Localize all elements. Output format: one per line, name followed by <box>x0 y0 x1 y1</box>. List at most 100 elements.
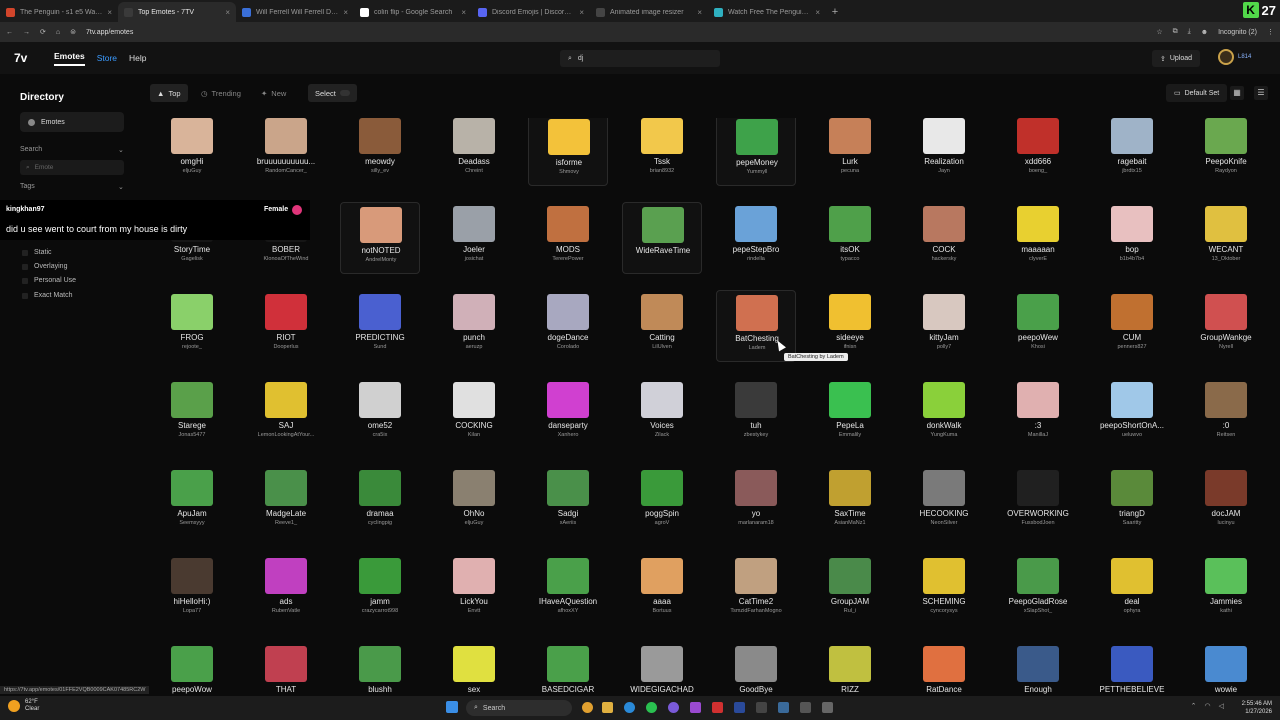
emote-card[interactable]: dramaa cyclingpig <box>340 466 420 538</box>
sidebar-search-input[interactable]: ⌕ Emote <box>20 160 124 175</box>
browser-tab[interactable]: colin flip - Google Search × <box>354 2 472 22</box>
emote-card[interactable]: punch aeruzp <box>434 290 514 362</box>
file-explorer-icon[interactable] <box>602 702 613 713</box>
emote-card[interactable]: tuh zbestykey <box>716 378 796 450</box>
star-icon[interactable]: ☆ <box>1156 28 1162 36</box>
close-icon[interactable]: × <box>461 8 466 17</box>
browser-tab[interactable]: Top Emotes - 7TV × <box>118 2 236 22</box>
emote-card[interactable]: ApuJam Seemsyyy <box>152 466 232 538</box>
emote-card[interactable]: PeepoGladRose xSlapShot_ <box>998 554 1078 626</box>
emote-card[interactable]: Sadgi xAeriis <box>528 466 608 538</box>
browser-tab[interactable]: Will Ferrell Will Ferrell Dj GIF - × <box>236 2 354 22</box>
emote-card[interactable]: SaxTime AsianMaNz1 <box>810 466 890 538</box>
grid-view-icon[interactable]: ▦ <box>1230 86 1244 100</box>
discord-icon[interactable] <box>668 702 679 713</box>
emote-card[interactable]: THAT <box>246 642 326 696</box>
emote-card[interactable]: triangD Saaritty <box>1092 466 1172 538</box>
chevron-down-icon[interactable]: ⌄ <box>118 146 124 154</box>
emote-card[interactable]: WECANT 13_Oktober <box>1186 202 1266 274</box>
emote-card[interactable]: GroupWankge Nyrell <box>1186 290 1266 362</box>
emote-card[interactable]: blushh <box>340 642 420 696</box>
checkbox[interactable] <box>22 277 28 284</box>
emote-card[interactable]: PREDICTING Sund <box>340 290 420 362</box>
upload-button[interactable]: ⇪ Upload <box>1152 50 1201 67</box>
close-icon[interactable]: × <box>107 8 112 17</box>
emote-card[interactable]: GroupJAM Rul_i <box>810 554 890 626</box>
list-view-icon[interactable]: ☰ <box>1254 86 1268 100</box>
emote-card[interactable]: pepeStepBro rindella <box>716 202 796 274</box>
emote-card[interactable]: kittyJam polly7 <box>904 290 984 362</box>
browser-tab[interactable]: Discord Emojis | Discord & Sla × <box>472 2 590 22</box>
emote-card[interactable]: :0 Reitsen <box>1186 378 1266 450</box>
emote-card[interactable]: PepeLa Emmalily <box>810 378 890 450</box>
chevron-up-icon[interactable]: ⌃ <box>1191 702 1197 710</box>
emote-card[interactable]: ads RubenVatle <box>246 554 326 626</box>
tab-new[interactable]: ✦ New <box>254 84 293 102</box>
nav-help[interactable]: Help <box>129 53 146 63</box>
emote-card[interactable]: SAJ LemonLookingAtYour... <box>246 378 326 450</box>
edge-icon[interactable] <box>624 702 635 713</box>
taskbar-search[interactable]: ⌕ Search <box>466 700 572 716</box>
extensions-icon[interactable]: ⧉ <box>1173 28 1178 36</box>
emote-card[interactable]: GoodBye <box>716 642 796 696</box>
emote-card[interactable]: RatDance <box>904 642 984 696</box>
close-icon[interactable]: × <box>815 8 820 17</box>
sidebar-item-emotes[interactable]: Emotes <box>20 112 124 132</box>
filter-static[interactable]: Static <box>22 249 52 256</box>
windows-start-icon[interactable] <box>446 701 458 713</box>
app-icon[interactable] <box>822 702 833 713</box>
menu-icon[interactable]: ⋮ <box>1267 28 1274 36</box>
chevron-down-icon[interactable]: ⌄ <box>118 183 124 191</box>
close-icon[interactable]: × <box>697 8 702 17</box>
browser-tab[interactable]: Watch Free The Penguin - Seri × <box>708 2 826 22</box>
checkbox[interactable] <box>22 263 28 270</box>
emote-card[interactable]: PETTHEBELIEVE <box>1092 642 1172 696</box>
tab-top[interactable]: ▲ Top <box>150 84 188 102</box>
emote-card[interactable]: RIZZ <box>810 642 890 696</box>
emote-card[interactable]: bop b1b4b7b4 <box>1092 202 1172 274</box>
toggle-switch[interactable] <box>339 90 350 96</box>
emote-card[interactable]: CUM penners827 <box>1092 290 1172 362</box>
profile-icon[interactable]: ☻ <box>1201 29 1208 36</box>
emote-card[interactable]: OhNo eljuGuy <box>434 466 514 538</box>
7tv-logo[interactable]: 7v <box>14 51 42 65</box>
emote-card[interactable]: BASEDCIGAR <box>528 642 608 696</box>
twitch-icon[interactable] <box>690 702 701 713</box>
emote-card[interactable]: peepoWew Khosi <box>998 290 1078 362</box>
select-toggle[interactable]: Select <box>308 84 357 102</box>
emote-card[interactable]: WideRaveTime <box>622 202 702 274</box>
emote-card[interactable]: Lurk pecuna <box>810 118 890 186</box>
tags-section-label[interactable]: Tags <box>20 183 35 190</box>
home-icon[interactable]: ⌂ <box>56 29 60 36</box>
emote-card[interactable]: Enough <box>998 642 1078 696</box>
emote-card[interactable]: docJAM lucinyu <box>1186 466 1266 538</box>
tab-trending[interactable]: ◷ Trending <box>194 84 248 102</box>
emote-card[interactable]: sideeye ifnisn <box>810 290 890 362</box>
emote-card[interactable]: ragebait jbrdtx15 <box>1092 118 1172 186</box>
emote-card[interactable]: Starege Jonas5477 <box>152 378 232 450</box>
emote-card[interactable]: hiHelloHi:) Lopa77 <box>152 554 232 626</box>
emote-card[interactable]: Jammies kathi <box>1186 554 1266 626</box>
url-field[interactable]: 7tv.app/emotes <box>86 29 133 36</box>
volume-icon[interactable]: ◁ <box>1219 702 1224 710</box>
filter-personal-use[interactable]: Personal Use <box>22 277 76 284</box>
back-icon[interactable]: ← <box>6 29 13 36</box>
wifi-icon[interactable]: ◠ <box>1205 702 1211 710</box>
new-tab-button[interactable]: + <box>826 2 844 22</box>
terminal-icon[interactable] <box>756 702 767 713</box>
emote-card[interactable]: maaaaan clyverE <box>998 202 1078 274</box>
checkbox[interactable] <box>22 292 28 299</box>
filter-exact-match[interactable]: Exact Match <box>22 292 73 299</box>
emote-card[interactable]: deal ophyra <box>1092 554 1172 626</box>
emote-card[interactable]: itsOK typacco <box>810 202 890 274</box>
spotify-icon[interactable] <box>646 702 657 713</box>
emote-card[interactable]: dogeDance Corolado <box>528 290 608 362</box>
emote-card[interactable]: COCKING Kilan <box>434 378 514 450</box>
emote-card[interactable]: Joeler josichat <box>434 202 514 274</box>
emote-card[interactable]: poggSpin agroV <box>622 466 702 538</box>
nav-emotes[interactable]: Emotes <box>54 51 85 66</box>
clock[interactable]: 2:55:46 AM 1/27/2026 <box>1242 700 1272 716</box>
emote-card[interactable]: BatChesting Ladem <box>716 290 796 362</box>
download-icon[interactable]: ⤓ <box>1188 28 1191 36</box>
emote-card[interactable]: Realization Jayn <box>904 118 984 186</box>
